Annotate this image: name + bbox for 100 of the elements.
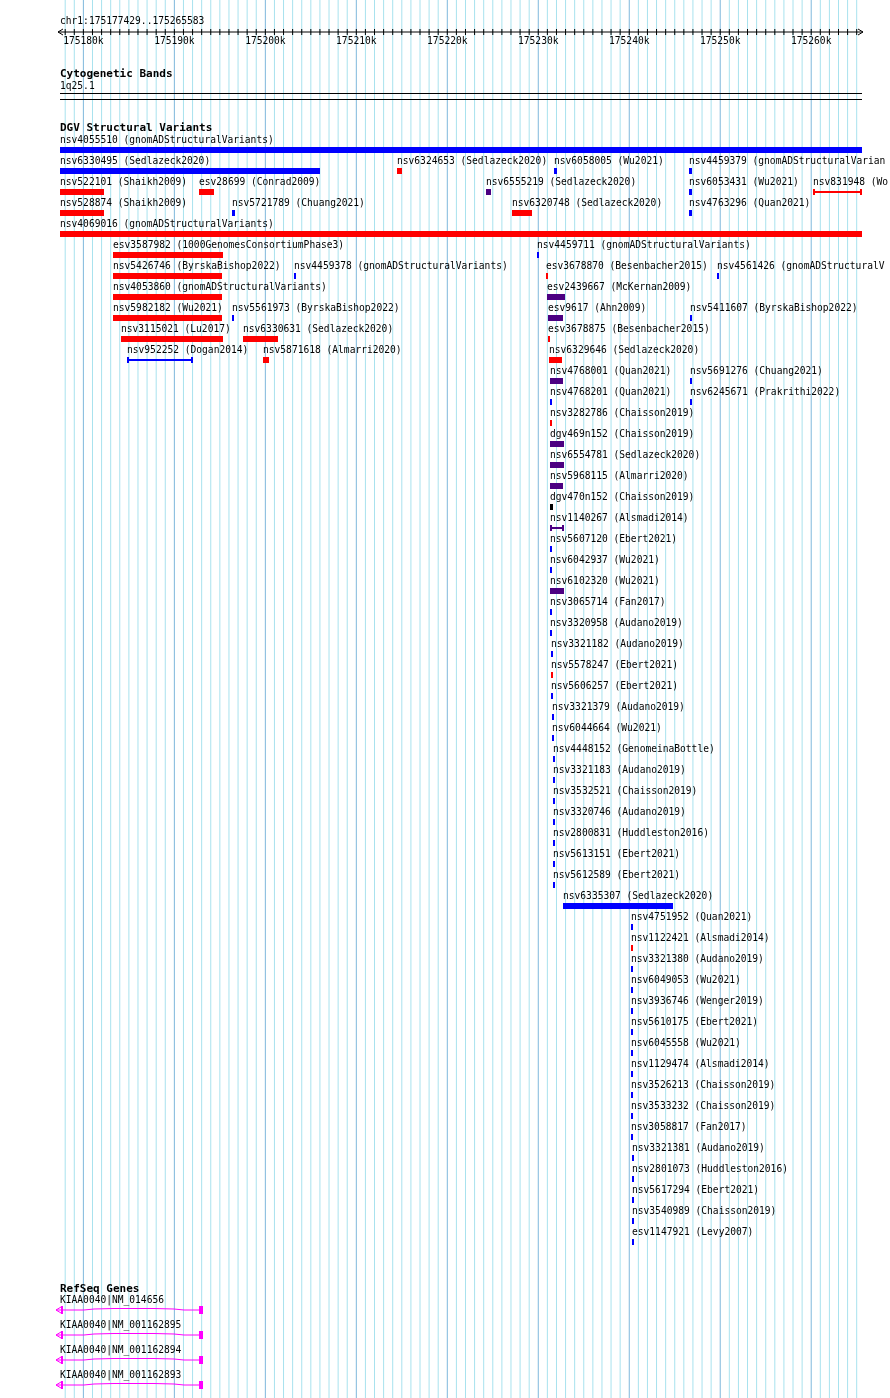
- feature-label[interactable]: nsv4768201 (Quan2021): [550, 386, 672, 397]
- feature-label[interactable]: nsv4069016 (gnomADStructuralVariants): [60, 218, 274, 229]
- gene-drawing[interactable]: [54, 1380, 206, 1390]
- feature-span[interactable]: [550, 525, 564, 531]
- feature-bar[interactable]: [60, 189, 104, 195]
- gene-drawing[interactable]: [54, 1330, 206, 1340]
- feature-bar[interactable]: [232, 210, 235, 216]
- gene-label[interactable]: KIAA0040|NM_001162894: [60, 1344, 182, 1355]
- feature-label[interactable]: nsv3936746 (Wenger2019): [631, 995, 764, 1006]
- feature-bar[interactable]: [689, 210, 692, 216]
- feature-label[interactable]: nsv3065714 (Fan2017): [550, 596, 666, 607]
- feature-span[interactable]: [127, 357, 193, 363]
- feature-bar[interactable]: [199, 189, 214, 195]
- feature-label[interactable]: nsv4751952 (Quan2021): [631, 911, 753, 922]
- feature-label[interactable]: nsv6320748 (Sedlazeck2020): [512, 197, 663, 208]
- gene-drawing[interactable]: [54, 1305, 206, 1315]
- feature-label[interactable]: nsv5617294 (Ebert2021): [632, 1184, 760, 1195]
- feature-label[interactable]: esv1147921 (Levy2007): [632, 1226, 754, 1237]
- feature-label[interactable]: nsv6554781 (Sedlazeck2020): [550, 449, 701, 460]
- feature-bar[interactable]: [563, 903, 673, 909]
- feature-label[interactable]: nsv4448152 (GenomeinaBottle): [553, 743, 715, 754]
- gene-label[interactable]: KIAA0040|NM_001162893: [60, 1369, 182, 1380]
- feature-label[interactable]: esv2439667 (McKernan2009): [547, 281, 692, 292]
- feature-label[interactable]: nsv6329646 (Sedlazeck2020): [549, 344, 700, 355]
- feature-label[interactable]: nsv4459378 (gnomADStructuralVariants): [294, 260, 508, 271]
- feature-label[interactable]: nsv5426746 (ByrskaBishop2022): [113, 260, 281, 271]
- feature-bar[interactable]: [243, 336, 278, 342]
- feature-bar[interactable]: [60, 168, 320, 174]
- feature-label[interactable]: nsv3321381 (Audano2019): [632, 1142, 765, 1153]
- gene-label[interactable]: KIAA0040|NM_001162895: [60, 1319, 182, 1330]
- feature-bar[interactable]: [512, 210, 532, 216]
- feature-label[interactable]: nsv4768001 (Quan2021): [550, 365, 672, 376]
- feature-label[interactable]: nsv5561973 (ByrskaBishop2022): [232, 302, 400, 313]
- feature-bar[interactable]: [113, 294, 222, 300]
- feature-bar[interactable]: [548, 315, 563, 321]
- feature-bar[interactable]: [547, 294, 565, 300]
- gene-label[interactable]: KIAA0040|NM_014656: [60, 1294, 164, 1305]
- feature-bar[interactable]: [550, 504, 553, 510]
- feature-label[interactable]: nsv3526213 (Chaisson2019): [631, 1079, 776, 1090]
- feature-bar[interactable]: [689, 168, 692, 174]
- feature-label[interactable]: nsv2800831 (Huddleston2016): [553, 827, 709, 838]
- feature-label[interactable]: nsv3540989 (Chaisson2019): [632, 1205, 777, 1216]
- feature-label[interactable]: nsv6042937 (Wu2021): [550, 554, 660, 565]
- feature-label[interactable]: nsv522101 (Shaikh2009): [60, 176, 188, 187]
- feature-label[interactable]: nsv5721789 (Chuang2021): [232, 197, 365, 208]
- feature-label[interactable]: nsv5411607 (ByrskaBishop2022): [690, 302, 858, 313]
- feature-label[interactable]: nsv4053860 (gnomADStructuralVariants): [113, 281, 327, 292]
- feature-bar[interactable]: [60, 231, 862, 237]
- feature-label[interactable]: esv28699 (Conrad2009): [199, 176, 321, 187]
- feature-label[interactable]: nsv6330495 (Sedlazeck2020): [60, 155, 211, 166]
- feature-label[interactable]: nsv6102320 (Wu2021): [550, 575, 660, 586]
- feature-label[interactable]: nsv5613151 (Ebert2021): [553, 848, 681, 859]
- feature-label[interactable]: nsv5691276 (Chuang2021): [690, 365, 823, 376]
- feature-bar[interactable]: [549, 357, 562, 363]
- feature-label[interactable]: nsv6053431 (Wu2021): [689, 176, 799, 187]
- feature-label[interactable]: nsv3321380 (Audano2019): [631, 953, 764, 964]
- feature-label[interactable]: nsv3058817 (Fan2017): [631, 1121, 747, 1132]
- feature-bar[interactable]: [113, 315, 222, 321]
- feature-label[interactable]: nsv4561426 (gnomADStructuralV: [717, 260, 885, 271]
- feature-label[interactable]: nsv1122421 (Alsmadi2014): [631, 932, 770, 943]
- feature-bar[interactable]: [60, 210, 104, 216]
- feature-label[interactable]: esv3678870 (Besenbacher2015): [546, 260, 708, 271]
- feature-label[interactable]: dgv470n152 (Chaisson2019): [550, 491, 695, 502]
- feature-label[interactable]: nsv3115021 (Lu2017): [121, 323, 231, 334]
- feature-label[interactable]: nsv5610175 (Ebert2021): [631, 1016, 759, 1027]
- feature-label[interactable]: nsv3321182 (Audano2019): [551, 638, 684, 649]
- feature-label[interactable]: nsv3321379 (Audano2019): [552, 701, 685, 712]
- feature-label[interactable]: nsv5578247 (Ebert2021): [551, 659, 679, 670]
- feature-label[interactable]: nsv1140267 (Alsmadi2014): [550, 512, 689, 523]
- feature-label[interactable]: nsv3282786 (Chaisson2019): [550, 407, 695, 418]
- feature-label[interactable]: nsv5606257 (Ebert2021): [551, 680, 679, 691]
- feature-label[interactable]: nsv6335307 (Sedlazeck2020): [563, 890, 714, 901]
- feature-label[interactable]: nsv6045558 (Wu2021): [631, 1037, 741, 1048]
- feature-bar[interactable]: [689, 189, 692, 195]
- gene-drawing[interactable]: [54, 1355, 206, 1365]
- feature-label[interactable]: nsv4459379 (gnomADStructuralVarian: [689, 155, 886, 166]
- feature-bar[interactable]: [554, 168, 557, 174]
- feature-label[interactable]: nsv6555219 (Sedlazeck2020): [486, 176, 637, 187]
- feature-label[interactable]: nsv2801073 (Huddleston2016): [632, 1163, 788, 1174]
- feature-label[interactable]: dgv469n152 (Chaisson2019): [550, 428, 695, 439]
- feature-bar[interactable]: [113, 273, 222, 279]
- feature-label[interactable]: nsv5968115 (Almarri2020): [550, 470, 689, 481]
- feature-label[interactable]: nsv5607120 (Ebert2021): [550, 533, 678, 544]
- feature-label[interactable]: nsv4763296 (Quan2021): [689, 197, 811, 208]
- feature-label[interactable]: nsv1129474 (Alsmadi2014): [631, 1058, 770, 1069]
- feature-bar[interactable]: [397, 168, 402, 174]
- feature-bar[interactable]: [263, 357, 269, 363]
- feature-label[interactable]: nsv3321183 (Audano2019): [553, 764, 686, 775]
- feature-label[interactable]: nsv3320958 (Audano2019): [550, 617, 683, 628]
- feature-label[interactable]: nsv4055510 (gnomADStructuralVariants): [60, 134, 274, 145]
- feature-bar[interactable]: [113, 252, 223, 258]
- feature-label[interactable]: nsv6324653 (Sedlazeck2020): [397, 155, 548, 166]
- feature-label[interactable]: nsv5612589 (Ebert2021): [553, 869, 681, 880]
- feature-label[interactable]: nsv6049053 (Wu2021): [631, 974, 741, 985]
- feature-bar[interactable]: [550, 378, 563, 384]
- feature-label[interactable]: nsv528874 (Shaikh2009): [60, 197, 188, 208]
- feature-bar[interactable]: [550, 462, 564, 468]
- feature-bar[interactable]: [60, 147, 862, 153]
- feature-label[interactable]: nsv5871618 (Almarri2020): [263, 344, 402, 355]
- feature-bar[interactable]: [550, 588, 564, 594]
